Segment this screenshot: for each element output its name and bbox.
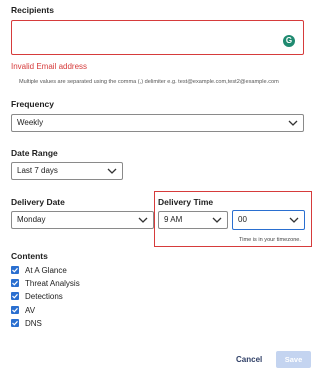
chevron-down-icon (138, 216, 148, 224)
checkbox-checked-icon[interactable] (11, 292, 19, 300)
cancel-button[interactable]: Cancel (236, 355, 262, 364)
contents-item-label: Detections (25, 291, 63, 301)
delivery-date-select[interactable]: Monday (11, 211, 154, 229)
chevron-down-icon (107, 167, 117, 175)
delivery-date-label: Delivery Date (11, 197, 65, 207)
recipients-input[interactable]: G (11, 20, 304, 55)
chevron-down-icon (289, 216, 299, 224)
date-range-value: Last 7 days (17, 166, 58, 175)
delivery-hour-select[interactable]: 9 AM (158, 211, 228, 229)
delivery-hour-value: 9 AM (164, 215, 183, 224)
contents-item-label: AV (25, 305, 36, 315)
recipients-error: Invalid Email address (11, 62, 88, 71)
contents-item-at-a-glance[interactable]: At A Glance (11, 265, 67, 275)
checkbox-checked-icon[interactable] (11, 266, 19, 274)
contents-item-label: At A Glance (25, 265, 67, 275)
timezone-note: Time is in your timezone. (239, 237, 301, 243)
delivery-minute-select[interactable]: 00 (232, 210, 305, 230)
recipients-hint: Multiple values are separated using the … (19, 79, 279, 85)
checkbox-checked-icon[interactable] (11, 319, 19, 327)
contents-item-label: Threat Analysis (25, 278, 80, 288)
contents-label: Contents (11, 251, 48, 261)
contents-item-av[interactable]: AV (11, 305, 35, 315)
contents-item-threat-analysis[interactable]: Threat Analysis (11, 278, 80, 288)
frequency-select[interactable]: Weekly (11, 114, 304, 132)
delivery-time-label: Delivery Time (158, 197, 214, 207)
chevron-down-icon (212, 216, 222, 224)
contents-item-detections[interactable]: Detections (11, 291, 63, 301)
frequency-value: Weekly (17, 118, 44, 127)
recipients-label: Recipients (11, 5, 54, 15)
date-range-label: Date Range (11, 148, 58, 158)
frequency-label: Frequency (11, 99, 54, 109)
contents-item-label: DNS (25, 318, 42, 328)
delivery-minute-value: 00 (238, 215, 247, 224)
date-range-select[interactable]: Last 7 days (11, 162, 123, 180)
chevron-down-icon (288, 119, 298, 127)
checkbox-checked-icon[interactable] (11, 306, 19, 314)
delivery-date-value: Monday (17, 215, 46, 224)
save-button[interactable]: Save (276, 351, 311, 368)
checkbox-checked-icon[interactable] (11, 279, 19, 287)
contents-item-dns[interactable]: DNS (11, 318, 42, 328)
grammarly-icon[interactable]: G (283, 35, 295, 47)
